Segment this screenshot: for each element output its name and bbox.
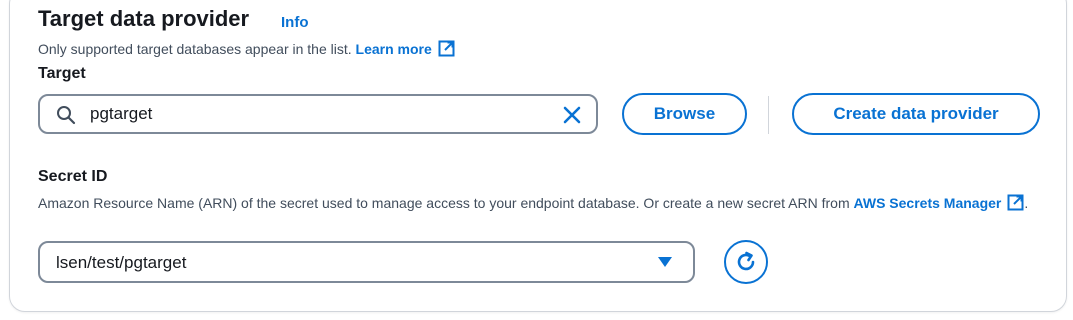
target-label: Target: [38, 65, 86, 82]
secret-description-trailing: .: [1024, 195, 1029, 211]
search-value[interactable]: pgtarget: [90, 104, 152, 124]
secret-id-value: lsen/test/pgtarget: [56, 253, 187, 272]
close-icon[interactable]: [561, 104, 583, 126]
create-data-provider-button[interactable]: Create data provider: [792, 93, 1040, 135]
learn-more-label: Learn more: [355, 41, 432, 57]
section-description-text: Only supported target databases appear i…: [38, 41, 352, 57]
secrets-manager-link[interactable]: AWS Secrets Manager: [853, 194, 1025, 211]
browse-button[interactable]: Browse: [622, 93, 747, 135]
secret-description-text: Amazon Resource Name (ARN) of the secret…: [38, 195, 850, 211]
caret-down-icon: [658, 257, 672, 267]
external-link-icon: [1007, 194, 1024, 211]
refresh-button[interactable]: [724, 240, 768, 284]
info-link[interactable]: Info: [281, 14, 309, 31]
section-title: Target data provider: [38, 6, 250, 31]
external-link-icon: [438, 40, 455, 57]
secret-id-label: Secret ID: [38, 168, 108, 185]
target-search-input[interactable]: pgtarget: [38, 94, 598, 134]
secrets-manager-label: AWS Secrets Manager: [853, 195, 1002, 211]
learn-more-link[interactable]: Learn more: [355, 40, 455, 57]
refresh-icon: [737, 251, 755, 271]
secret-description: Amazon Resource Name (ARN) of the secret…: [38, 193, 1048, 214]
section-description: Only supported target databases appear i…: [38, 40, 455, 57]
secret-id-select[interactable]: lsen/test/pgtarget: [38, 241, 695, 283]
button-divider: [768, 96, 769, 134]
search-icon: [57, 106, 76, 125]
